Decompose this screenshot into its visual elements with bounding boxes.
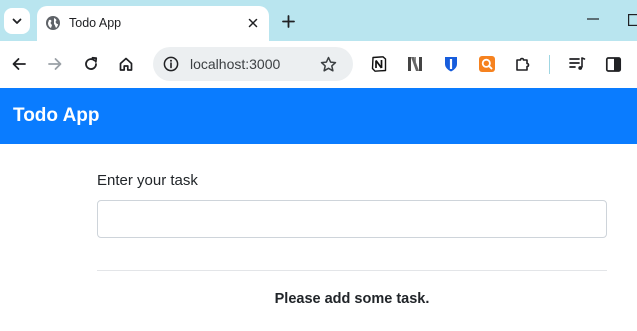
extension-bitwarden-button[interactable]: [440, 53, 462, 75]
url-text: localhost:3000: [190, 56, 281, 72]
arrow-left-icon: [12, 58, 26, 70]
arrow-right-icon: [48, 58, 62, 70]
toolbar-divider: [549, 55, 550, 74]
side-panel-button[interactable]: [602, 53, 624, 75]
window-restore-button[interactable]: [628, 13, 637, 27]
app-title[interactable]: Todo App: [13, 105, 100, 127]
playlist-icon: [569, 57, 586, 70]
n-logo-icon: [408, 57, 422, 71]
browser-tab-active[interactable]: Todo App: [37, 6, 269, 41]
chevron-down-icon: [12, 18, 22, 24]
home-button[interactable]: [115, 53, 137, 75]
extensions-menu-button[interactable]: [512, 53, 534, 75]
orange-search-icon: [479, 56, 495, 72]
task-input[interactable]: [97, 200, 607, 238]
plus-icon: [281, 14, 295, 28]
extension-notion-button[interactable]: [368, 53, 390, 75]
side-panel-icon: [605, 56, 621, 72]
restore-icon: [628, 14, 637, 27]
empty-task-message: Please add some task.: [274, 291, 430, 307]
puzzle-icon: [516, 57, 530, 71]
tab-strip: Todo App: [0, 0, 637, 41]
tab-search-button[interactable]: [4, 8, 30, 34]
content-divider: [97, 270, 607, 271]
minimize-icon: [587, 18, 599, 20]
back-button[interactable]: [8, 53, 30, 75]
tab-title: Todo App: [69, 16, 122, 30]
home-icon: [119, 57, 133, 71]
extension-n-logo-button[interactable]: [404, 53, 426, 75]
star-icon: [320, 56, 336, 72]
app-navbar: Todo App: [0, 88, 637, 144]
task-input-label: Enter your task: [97, 172, 198, 189]
extension-orange-search-button[interactable]: [476, 53, 498, 75]
close-icon: [248, 18, 258, 28]
reload-icon: [85, 56, 98, 70]
tab-close-button[interactable]: [244, 14, 262, 32]
window-minimize-button[interactable]: [586, 11, 600, 27]
site-info-button[interactable]: [162, 55, 180, 73]
globe-icon: [46, 16, 60, 30]
notion-icon: [371, 56, 387, 72]
browser-toolbar: localhost:3000: [0, 41, 637, 88]
forward-button[interactable]: [44, 53, 66, 75]
media-control-button[interactable]: [566, 53, 588, 75]
reload-button[interactable]: [80, 53, 102, 75]
new-tab-button[interactable]: [278, 11, 298, 31]
bookmark-button[interactable]: [318, 54, 338, 74]
info-icon: [163, 56, 179, 72]
bitwarden-shield-icon: [445, 57, 457, 72]
address-bar[interactable]: localhost:3000: [153, 47, 353, 81]
